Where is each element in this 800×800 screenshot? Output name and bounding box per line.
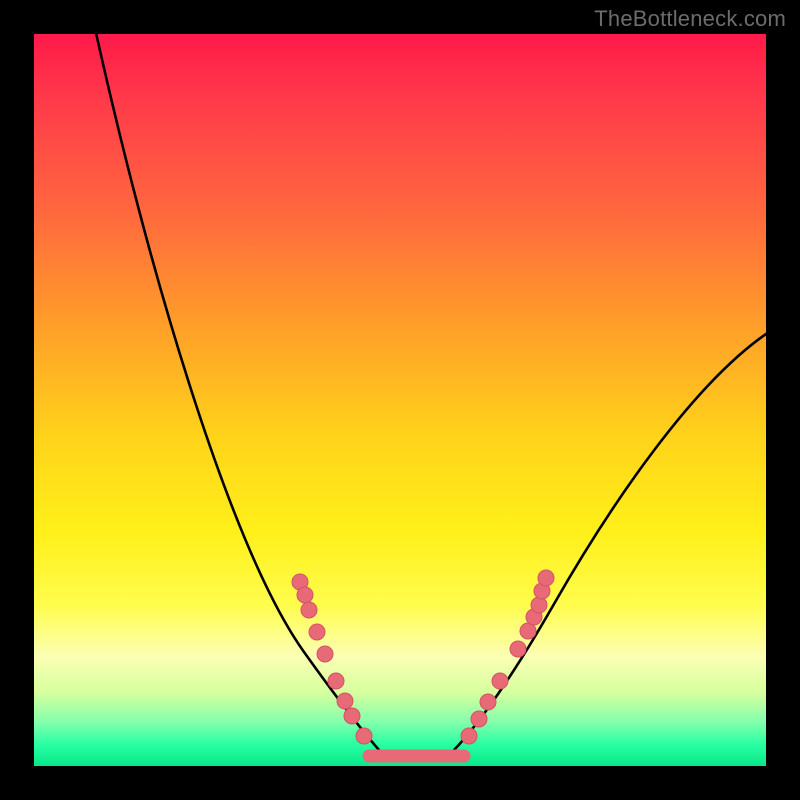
dot [531,597,547,613]
dot [301,602,317,618]
dot [344,708,360,724]
dot [480,694,496,710]
watermark-text: TheBottleneck.com [594,6,786,32]
dot [356,728,372,744]
dot [309,624,325,640]
dot [317,646,333,662]
dot [337,693,353,709]
right-dots-group [461,570,554,744]
chart-svg [34,34,766,766]
plot-area [34,34,766,766]
dot [297,587,313,603]
dot [471,711,487,727]
left-curve [94,24,379,750]
chart-frame: TheBottleneck.com [0,0,800,800]
dot [328,673,344,689]
dot [492,673,508,689]
dot [538,570,554,586]
dot [461,728,477,744]
left-dots-group [292,574,372,744]
dot [510,641,526,657]
